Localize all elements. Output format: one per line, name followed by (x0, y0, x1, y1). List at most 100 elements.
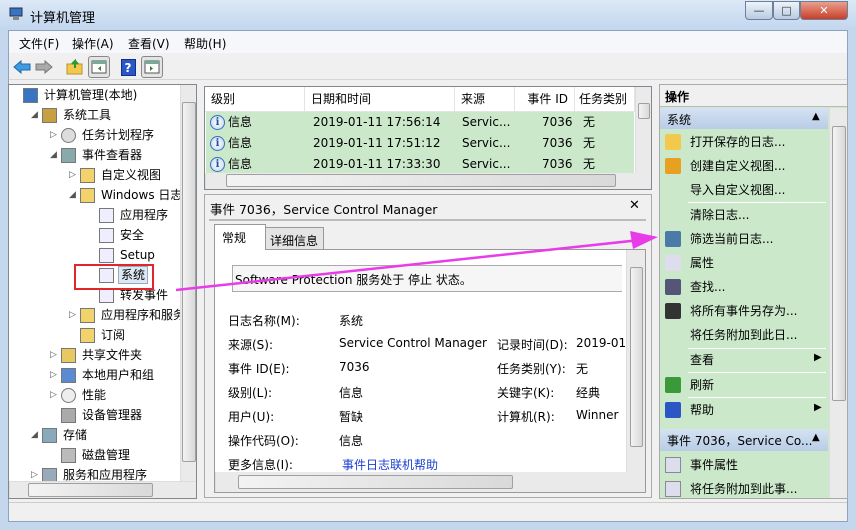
tree-item[interactable]: 订阅 (9, 325, 180, 345)
tree-item[interactable]: 安全 (9, 225, 180, 245)
action-item[interactable]: 创建自定义视图... (690, 157, 785, 174)
subscription-icon (80, 328, 95, 343)
tree-item[interactable]: 磁盘管理 (9, 445, 180, 465)
action-item[interactable]: 导入自定义视图... (690, 181, 785, 198)
column-task-category[interactable]: 任务类别 (575, 87, 635, 111)
event-row[interactable]: i 信息 2019-01-11 17:33:30 Servic... 7036 … (206, 154, 634, 175)
expand-arrow-icon[interactable]: ▷ (31, 465, 41, 481)
scroll-thumb[interactable] (630, 267, 643, 447)
expand-arrow-icon[interactable]: ▷ (50, 125, 60, 145)
tree-item[interactable]: ▷ 自定义视图 (9, 165, 180, 185)
cell-source: Servic... (462, 136, 511, 150)
action-item[interactable]: 属性 (690, 254, 714, 271)
section-header-system[interactable]: 系统 ▲ (660, 108, 828, 129)
actions-vertical-scrollbar[interactable] (829, 108, 847, 498)
column-source[interactable]: 来源 (455, 87, 515, 111)
help-button[interactable]: ? (117, 56, 139, 78)
tree-item[interactable]: 计算机管理(本地) (9, 85, 180, 105)
action-item[interactable]: 将所有事件另存为... (690, 302, 797, 319)
collapse-arrow-icon[interactable]: ◢ (69, 185, 79, 205)
action-item[interactable]: 事件属性 (690, 456, 738, 473)
cell-task-category: 无 (583, 136, 596, 150)
scroll-thumb[interactable] (28, 483, 153, 497)
scroll-thumb[interactable] (832, 126, 846, 401)
tree-item[interactable]: ◢ 存储 (9, 425, 180, 445)
value-source: Service Control Manager (339, 336, 487, 350)
tree-item[interactable]: ▷ 本地用户和组 (9, 365, 180, 385)
tree-item-label: 存储 (63, 428, 88, 442)
expand-arrow-icon[interactable]: ▷ (69, 305, 79, 325)
section-header-event[interactable]: 事件 7036，Service Co... ▲ (660, 429, 828, 451)
action-item[interactable]: 查看 (690, 351, 714, 368)
column-event-id[interactable]: 事件 ID (515, 87, 575, 111)
tree-item[interactable]: ▷ 服务和应用程序 (9, 465, 180, 481)
tree-item[interactable]: ▷ 应用程序和服务日 (9, 305, 180, 325)
scroll-thumb[interactable] (226, 174, 616, 187)
action-item[interactable]: 清除日志... (690, 206, 749, 223)
show-hide-console-tree-button[interactable] (88, 56, 110, 78)
tree-item[interactable]: Setup (9, 245, 180, 265)
action-item[interactable]: 打开保存的日志... (690, 133, 785, 150)
expand-arrow-icon[interactable]: ▷ (69, 165, 79, 185)
title-bar: 计算机管理 — □ ✕ (0, 0, 856, 30)
expand-arrow-icon[interactable]: ▷ (50, 365, 60, 385)
value-task-category: 无 (576, 362, 589, 376)
cell-task-category: 无 (583, 157, 596, 171)
action-item[interactable]: 刷新 (690, 376, 714, 393)
close-button[interactable]: ✕ (800, 1, 848, 20)
expand-arrow-icon[interactable]: ▷ (50, 385, 60, 405)
list-horizontal-scrollbar[interactable] (205, 173, 651, 189)
tree-item[interactable]: ▷ 任务计划程序 (9, 125, 180, 145)
action-item[interactable]: 筛选当前日志... (690, 230, 773, 247)
collapse-icon[interactable]: ▲ (812, 111, 820, 122)
event-row[interactable]: i 信息 2019-01-11 17:56:14 Servic... 7036 … (206, 112, 634, 133)
tree-item[interactable]: ▷ 共享文件夹 (9, 345, 180, 365)
collapse-arrow-icon[interactable]: ◢ (31, 425, 41, 445)
tree-item[interactable]: 应用程序 (9, 205, 180, 225)
close-detail-button[interactable]: ✕ (629, 198, 640, 213)
event-row[interactable]: i 信息 2019-01-11 17:51:12 Servic... 7036 … (206, 133, 634, 154)
value-logged: 2019-01 (576, 336, 627, 350)
forward-button[interactable] (33, 56, 55, 78)
cell-event-id: 7036 (542, 115, 573, 129)
label-task-category: 任务类别(Y): (497, 362, 566, 376)
scroll-thumb[interactable] (638, 103, 650, 119)
detail-vertical-scrollbar[interactable] (626, 250, 645, 472)
menu-view[interactable]: 查看(V) (128, 35, 170, 52)
event-log-online-help-link[interactable]: 事件日志联机帮助 (342, 456, 438, 473)
menu-action[interactable]: 操作(A) (72, 35, 114, 52)
tree-vertical-scrollbar[interactable] (180, 85, 196, 481)
collapse-arrow-icon[interactable]: ◢ (50, 145, 60, 165)
tree-item[interactable]: ◢ 事件查看器 (9, 145, 180, 165)
menu-help[interactable]: 帮助(H) (184, 35, 226, 52)
info-icon: i (210, 115, 225, 130)
tree-horizontal-scrollbar[interactable] (9, 481, 196, 498)
clock-icon (61, 128, 76, 143)
tree-item[interactable]: ◢ 系统工具 (9, 105, 180, 125)
scroll-thumb[interactable] (238, 475, 513, 489)
collapse-arrow-icon[interactable]: ◢ (31, 105, 41, 125)
tab-general[interactable]: 常规 (214, 224, 266, 250)
scroll-thumb[interactable] (182, 102, 196, 462)
tree-item[interactable]: 设备管理器 (9, 405, 180, 425)
detail-horizontal-scrollbar[interactable] (215, 472, 645, 492)
action-item[interactable]: 将任务附加到此事... (690, 480, 797, 497)
up-level-button[interactable] (64, 56, 86, 78)
tree-item[interactable]: ▷ 性能 (9, 385, 180, 405)
action-item[interactable]: 帮助 (690, 401, 714, 418)
menu-file[interactable]: 文件(F) (19, 35, 59, 52)
expand-arrow-icon[interactable]: ▷ (50, 345, 60, 365)
column-datetime[interactable]: 日期和时间 (305, 87, 455, 111)
tab-details[interactable]: 详细信息 (265, 227, 324, 250)
minimize-button[interactable]: — (745, 1, 773, 20)
back-button[interactable] (11, 56, 33, 78)
action-item[interactable]: 查找... (690, 278, 725, 295)
collapse-icon[interactable]: ▲ (812, 432, 820, 443)
show-hide-action-pane-button[interactable] (141, 56, 163, 78)
action-item[interactable]: 将任务附加到此日... (690, 326, 797, 343)
maximize-button[interactable]: □ (773, 1, 800, 20)
computer-icon (23, 88, 38, 103)
list-vertical-scrollbar[interactable] (635, 87, 651, 173)
tree-item[interactable]: ◢ Windows 日志 (9, 185, 180, 205)
column-level[interactable]: 级别 (205, 87, 305, 111)
